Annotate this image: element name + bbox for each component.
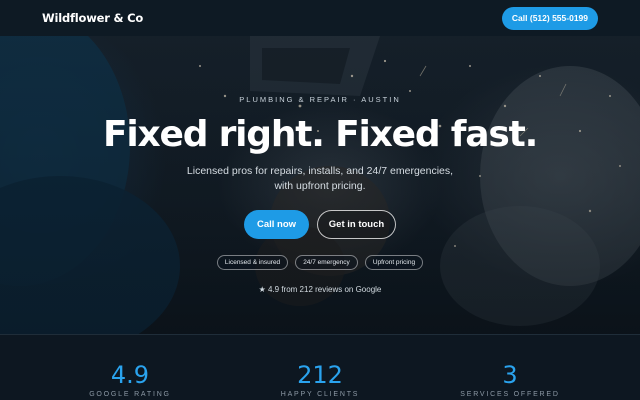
header-call-button[interactable]: Call (512) 555-0199 bbox=[501, 6, 598, 30]
hero-headline: Fixed right. Fixed fast. bbox=[102, 114, 538, 155]
rating-summary: ★ 4.9 from 212 reviews on Google bbox=[258, 285, 382, 294]
hero-subheadline: Licensed pros for repairs, installs, and… bbox=[186, 165, 454, 192]
hero-eyebrow: PLUMBING & REPAIR · AUSTIN bbox=[239, 95, 401, 104]
stats-section: 4.9 GOOGLE RATING 212 HAPPY CLIENTS 3 SE… bbox=[0, 334, 640, 400]
badge-licensed: Licensed & insured bbox=[216, 255, 289, 270]
badge-pricing: Upfront pricing bbox=[364, 255, 424, 270]
get-in-touch-button[interactable]: Get in touch bbox=[317, 210, 396, 239]
stat-value: 4.9 bbox=[110, 361, 150, 389]
site-header: Wildflower & Co Call (512) 555-0199 bbox=[0, 0, 640, 36]
stat-value: 3 bbox=[502, 361, 518, 389]
stat-google-rating: 4.9 GOOGLE RATING bbox=[70, 361, 190, 398]
stat-label: SERVICES OFFERED bbox=[460, 391, 560, 398]
badge-emergency: 24/7 emergency bbox=[295, 255, 358, 270]
stat-value: 212 bbox=[297, 361, 343, 389]
stat-services-offered: 3 SERVICES OFFERED bbox=[450, 361, 570, 398]
stat-label: GOOGLE RATING bbox=[89, 391, 171, 398]
trust-badges: Licensed & insured 24/7 emergency Upfron… bbox=[0, 255, 640, 270]
brand-logo[interactable]: Wildflower & Co bbox=[42, 11, 143, 25]
hero-section: PLUMBING & REPAIR · AUSTIN Fixed right. … bbox=[0, 36, 640, 334]
call-now-button[interactable]: Call now bbox=[244, 210, 309, 239]
stat-label: HAPPY CLIENTS bbox=[280, 391, 360, 398]
stat-happy-clients: 212 HAPPY CLIENTS bbox=[260, 361, 380, 398]
